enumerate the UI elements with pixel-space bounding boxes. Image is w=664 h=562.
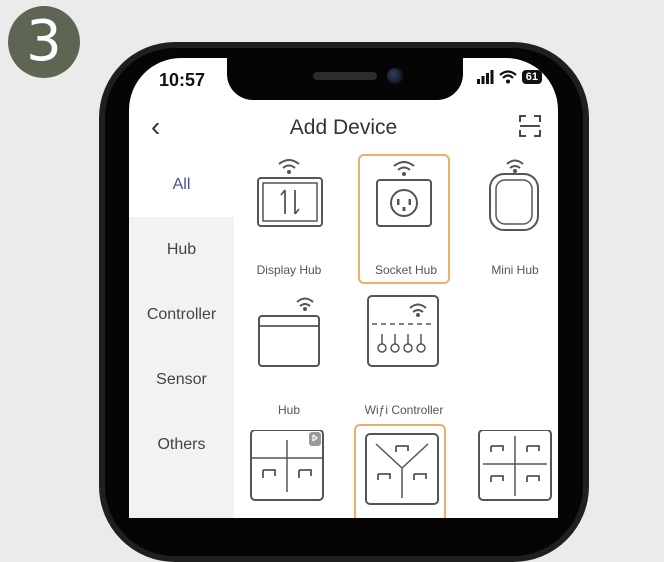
status-time: 10:57: [159, 70, 206, 90]
sidebar-item-hub[interactable]: Hub: [129, 217, 234, 282]
device-card-valve-controller[interactable]: [354, 424, 446, 518]
category-sidebar: All Hub Controller Sensor Others: [129, 152, 234, 518]
display-hub-icon: [257, 159, 323, 227]
device-label: Display Hub: [256, 263, 322, 277]
sidebar-item-all[interactable]: All: [129, 152, 234, 217]
sidebar-item-sensor[interactable]: Sensor: [129, 347, 234, 412]
hub-icon: [258, 297, 320, 367]
multi-valve-controller-icon: [365, 433, 439, 505]
speaker-grille: [313, 72, 377, 80]
device-card-wifi-controller[interactable]: Wiƒi Controller: [358, 294, 450, 424]
front-camera: [387, 68, 403, 84]
step-number-badge: 3: [8, 6, 80, 78]
sidebar-item-others[interactable]: Others: [129, 412, 234, 477]
device-label: Hub: [277, 403, 300, 417]
phone-screen: 10:57 61 ‹ Add Device All Hub Controller…: [129, 58, 558, 518]
device-label: Wiƒi Controller: [364, 403, 444, 417]
device-card-mini-hub[interactable]: Mini Hub: [469, 154, 558, 284]
device-card-display-hub[interactable]: Display Hub: [243, 154, 335, 284]
four-valve-controller-icon: [478, 430, 552, 501]
valve-controller-icon: [250, 430, 324, 501]
sidebar-item-controller[interactable]: Controller: [129, 282, 234, 347]
wifi-icon: [499, 70, 517, 84]
device-label: Mini Hub: [491, 263, 539, 277]
wifi-controller-icon: [367, 295, 439, 367]
mini-hub-icon: [489, 159, 539, 231]
device-card-bluetooth-valve[interactable]: [243, 430, 335, 518]
nav-header: ‹ Add Device: [129, 108, 558, 152]
battery-icon: 61: [521, 70, 542, 84]
device-card-four-valve-controller[interactable]: [471, 430, 558, 518]
device-card-hub[interactable]: Hub: [243, 294, 335, 424]
page-title: Add Device: [289, 116, 398, 139]
socket-hub-icon: [376, 161, 432, 227]
device-card-socket-hub[interactable]: Socket Hub: [358, 154, 450, 284]
scan-qr-icon[interactable]: [518, 114, 542, 138]
signal-icon: [476, 70, 494, 84]
status-icons: 61: [476, 70, 542, 84]
notch: [227, 58, 463, 100]
